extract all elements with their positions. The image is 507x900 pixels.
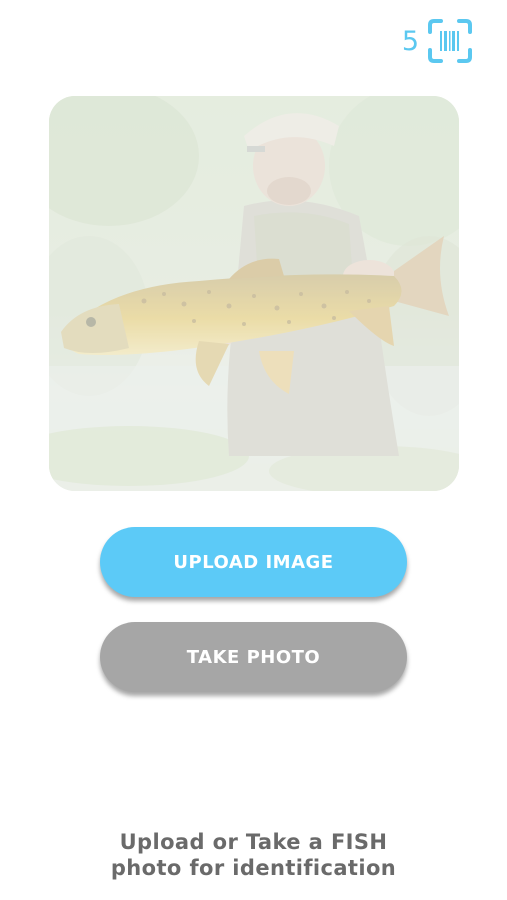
take-photo-button[interactable]: TAKE PHOTO <box>100 622 407 692</box>
upload-image-button[interactable]: UPLOAD IMAGE <box>100 527 407 597</box>
instructions-line-1: Upload or Take a FISH <box>119 830 388 854</box>
sample-fish-photo <box>49 96 459 491</box>
instructions-text: Upload or Take a FISH photo for identifi… <box>0 829 507 881</box>
scan-counter-button[interactable]: 5 <box>402 18 473 64</box>
barcode-scan-icon[interactable] <box>427 18 473 64</box>
scan-count: 5 <box>401 25 419 57</box>
instructions-line-2: photo for identification <box>110 856 397 880</box>
